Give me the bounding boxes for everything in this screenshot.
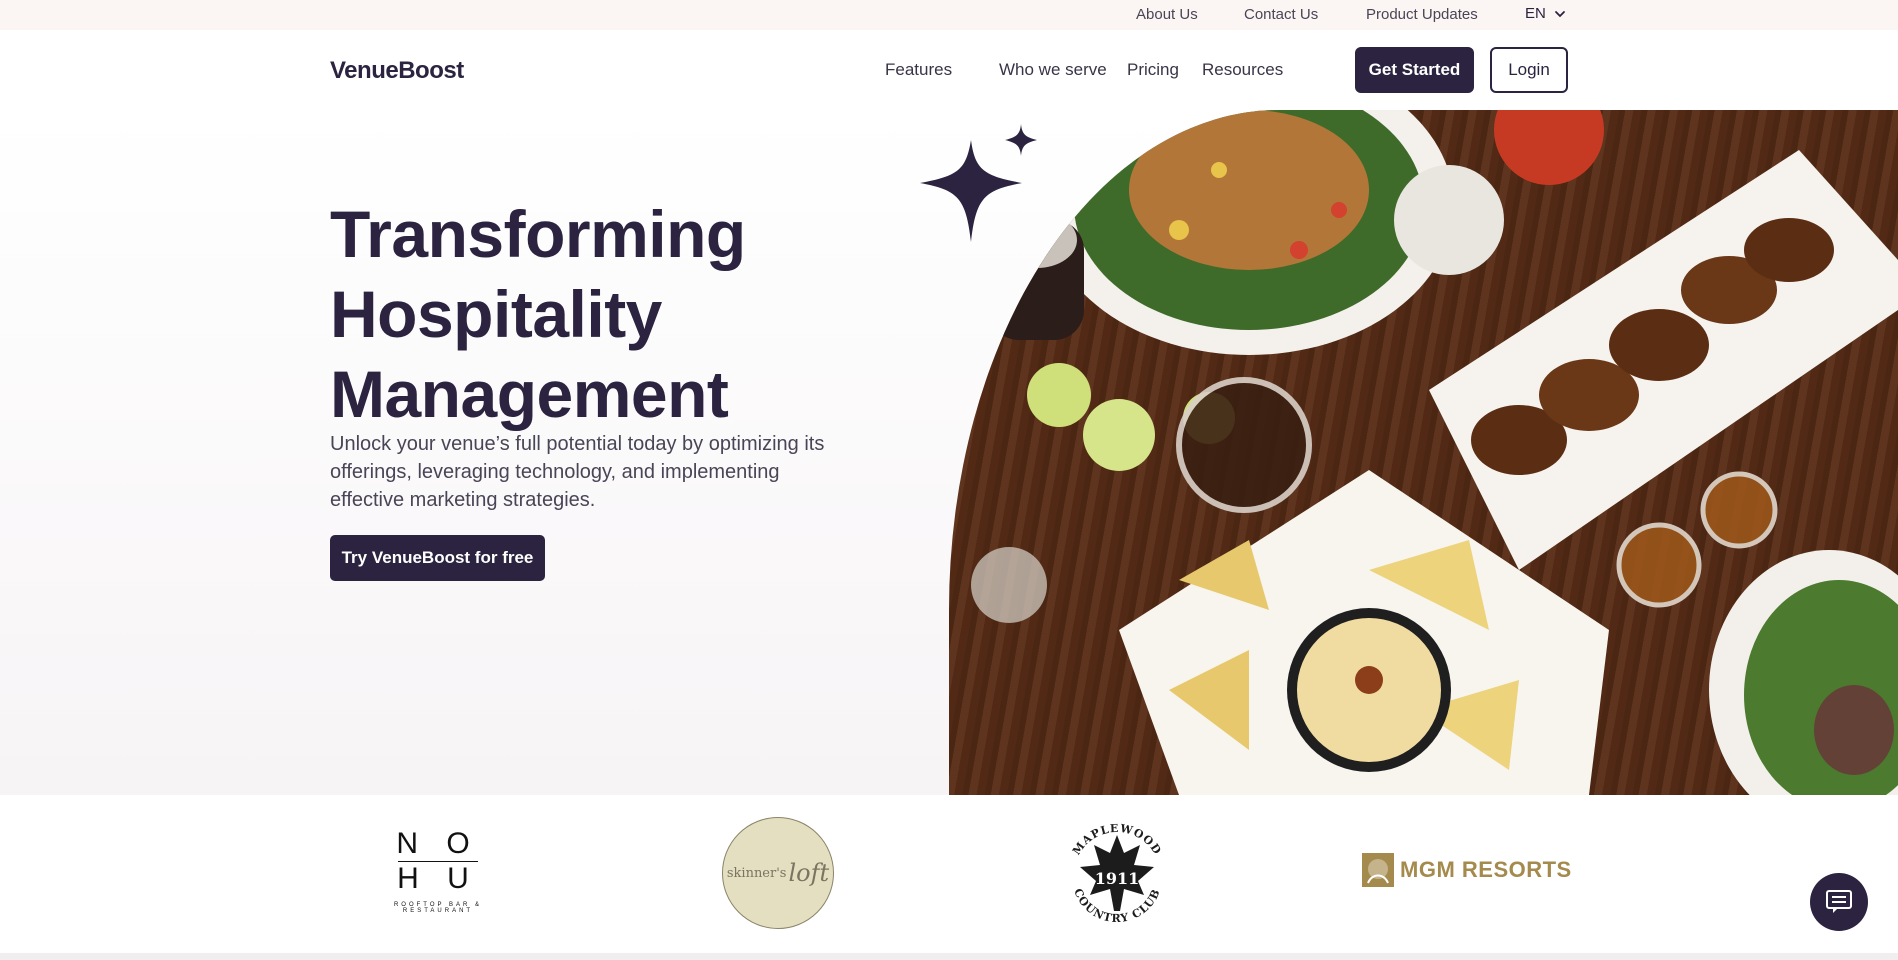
skinners-name: skinner's [726,865,787,881]
nohu-logo: N O H U ROOFTOP BAR & RESTAURANT [358,827,518,917]
try-free-button[interactable]: Try VenueBoost for free [330,535,545,581]
chevron-down-icon [1554,10,1565,17]
nohu-line2: H U [397,862,479,895]
skinners-script: loft [788,859,830,887]
main-nav: VenueBoost Features Who we serve Pricing… [0,30,1898,110]
nohu-tagline: ROOFTOP BAR & RESTAURANT [393,902,483,914]
nav-pricing[interactable]: Pricing [1127,60,1179,80]
nav-resources[interactable]: Resources [1202,60,1283,80]
nav-features[interactable]: Features [885,60,952,80]
maple-leaf-icon: MAPLEWOOD 1911 COUNTRY CLUB [1070,822,1163,926]
get-started-button[interactable]: Get Started [1355,47,1474,93]
about-us-link[interactable]: About Us [1136,6,1198,23]
language-label: EN [1525,5,1546,22]
hero-section: Transforming Hospitality Management Unlo… [0,110,1898,795]
section-divider [0,953,1898,960]
nohu-line1: N O [396,827,480,860]
client-logos: N O H U ROOFTOP BAR & RESTAURANT skinner… [0,795,1898,955]
nav-who-we-serve[interactable]: Who we serve [999,60,1107,80]
product-updates-link[interactable]: Product Updates [1366,6,1478,23]
hero-food-image [949,110,1898,795]
chat-icon [1826,890,1852,913]
lion-icon [1362,853,1394,887]
utility-bar: About Us Contact Us Product Updates EN [0,0,1898,30]
mgm-name: MGM RESORTS [1400,857,1572,882]
skinners-loft-logo: skinner's loft [722,817,834,929]
chat-button[interactable] [1810,873,1868,931]
maplewood-logo: MAPLEWOOD 1911 COUNTRY CLUB [1062,815,1172,931]
contact-us-link[interactable]: Contact Us [1244,6,1318,23]
small-sparkle-icon [1005,124,1037,156]
mgm-resorts-logo: MGM RESORTS [1362,853,1572,887]
language-selector[interactable]: EN [1525,5,1566,22]
venueboost-logo[interactable]: VenueBoost [330,57,464,85]
sparkle-icon [920,140,1022,242]
maplewood-year: 1911 [1095,869,1140,888]
hero-title: Transforming Hospitality Management [330,197,746,431]
hero-subtitle: Unlock your venue’s full potential today… [330,433,825,511]
login-button[interactable]: Login [1490,47,1568,93]
food-illustration [971,110,1898,795]
